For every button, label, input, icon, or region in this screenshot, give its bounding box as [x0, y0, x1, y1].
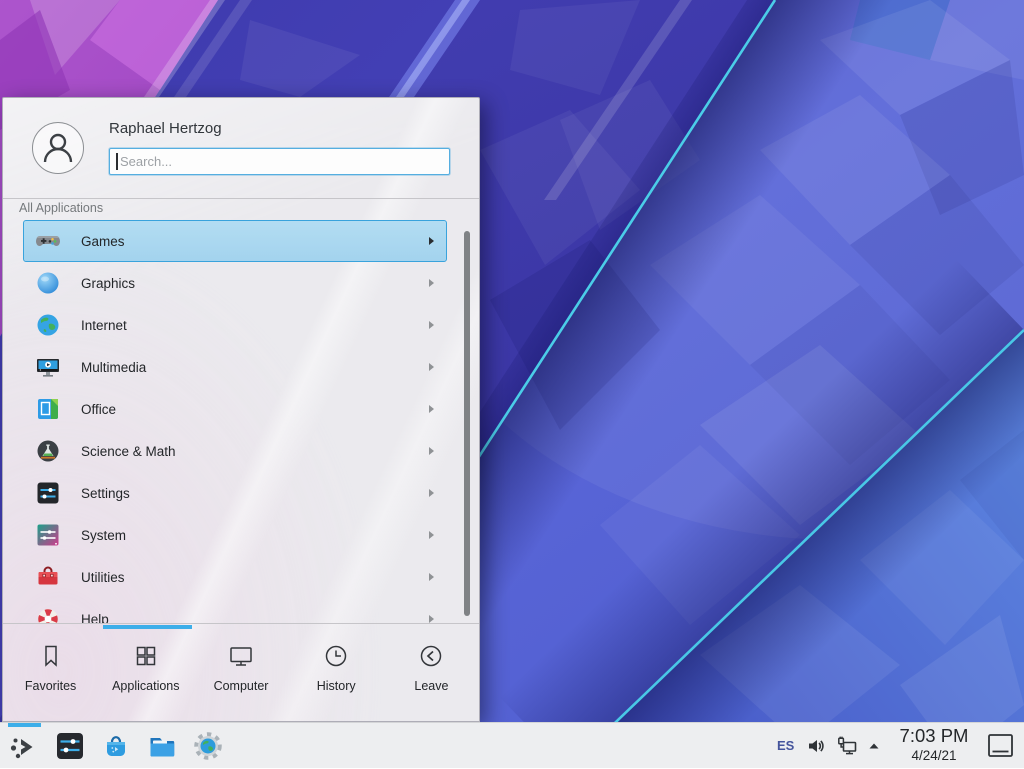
graphics-sphere-icon — [35, 270, 61, 296]
toolbox-icon — [35, 564, 61, 590]
scrollbar[interactable] — [464, 231, 470, 616]
submenu-arrow-icon — [429, 447, 434, 455]
header-divider — [3, 198, 479, 199]
gamepad-icon — [35, 228, 61, 254]
volume-icon[interactable] — [806, 736, 826, 761]
digital-clock[interactable]: 7:03 PM 4/24/21 — [890, 725, 978, 764]
submenu-arrow-icon — [429, 363, 434, 371]
tray-expander-caret-icon[interactable] — [867, 739, 881, 758]
text-caret — [116, 153, 118, 170]
category-label: Office — [81, 402, 116, 417]
footer-tabbar: Favorites Applications Computer — [3, 634, 479, 722]
network-wired-icon[interactable] — [836, 735, 858, 762]
category-label: System — [81, 528, 126, 543]
multimedia-monitor-icon — [35, 354, 61, 380]
category-row-multimedia[interactable]: Multimedia — [23, 346, 447, 388]
category-label: Utilities — [81, 570, 125, 585]
category-row-internet[interactable]: Internet — [23, 304, 447, 346]
category-row-settings[interactable]: Settings — [23, 472, 447, 514]
tab-label: History — [317, 679, 356, 693]
category-row-utilities[interactable]: Utilities — [23, 556, 447, 598]
category-list: Games Graphics — [23, 220, 447, 623]
tab-history[interactable]: History — [289, 634, 384, 722]
submenu-arrow-icon — [429, 279, 434, 287]
clock-icon — [322, 642, 350, 670]
tab-label: Computer — [214, 679, 269, 693]
tab-computer[interactable]: Computer — [193, 634, 288, 722]
grid-icon — [132, 642, 160, 670]
app-launcher-button[interactable] — [2, 723, 46, 769]
submenu-arrow-icon — [429, 615, 434, 623]
submenu-arrow-icon — [429, 573, 434, 581]
category-row-system[interactable]: System — [23, 514, 447, 556]
help-lifering-icon — [35, 606, 61, 623]
keyboard-layout-indicator[interactable]: ES — [777, 738, 794, 753]
monitor-icon — [227, 642, 255, 670]
category-row-games[interactable]: Games — [23, 220, 447, 262]
tabbar-divider — [3, 623, 479, 624]
tab-favorites[interactable]: Favorites — [3, 634, 98, 722]
category-row-office[interactable]: Office — [23, 388, 447, 430]
section-label: All Applications — [19, 201, 103, 215]
category-label: Multimedia — [81, 360, 146, 375]
active-task-indicator — [8, 723, 41, 727]
kde-launcher-icon — [8, 731, 40, 763]
category-row-graphics[interactable]: Graphics — [23, 262, 447, 304]
file-manager-folder-icon[interactable] — [146, 730, 178, 762]
category-label: Settings — [81, 486, 130, 501]
user-name: Raphael Hertzog — [109, 120, 222, 137]
category-row-science-math[interactable]: Science & Math — [23, 430, 447, 472]
category-label: Science & Math — [81, 444, 176, 459]
user-icon — [38, 128, 78, 168]
tab-label: Favorites — [25, 679, 76, 693]
tab-label: Applications — [112, 679, 179, 693]
settings-sliders-icon — [35, 480, 61, 506]
tab-leave[interactable]: Leave — [384, 634, 479, 722]
science-flask-icon — [35, 438, 61, 464]
clock-time: 7:03 PM — [890, 725, 978, 747]
tab-label: Leave — [414, 679, 448, 693]
category-label: Internet — [81, 318, 127, 333]
taskbar-panel: ES 7:03 PM 4/24/21 — [0, 722, 1024, 768]
leave-icon — [417, 642, 445, 670]
submenu-arrow-icon — [429, 237, 434, 245]
discover-store-icon[interactable] — [100, 730, 132, 762]
show-desktop-button[interactable] — [987, 733, 1014, 758]
category-row-help[interactable]: Help — [23, 598, 447, 623]
submenu-arrow-icon — [429, 405, 434, 413]
web-browser-globe-gear-icon[interactable] — [192, 730, 224, 762]
clock-date: 4/24/21 — [890, 747, 978, 764]
search-input[interactable] — [109, 148, 450, 175]
system-sliders-icon — [35, 522, 61, 548]
system-settings-icon[interactable] — [54, 730, 86, 762]
category-label: Games — [81, 234, 125, 249]
bookmark-icon — [37, 642, 65, 670]
tab-applications[interactable]: Applications — [98, 634, 193, 722]
category-label: Help — [81, 612, 109, 624]
active-tab-indicator — [103, 625, 192, 629]
search-field-wrap — [109, 148, 450, 175]
submenu-arrow-icon — [429, 489, 434, 497]
submenu-arrow-icon — [429, 321, 434, 329]
category-label: Graphics — [81, 276, 135, 291]
submenu-arrow-icon — [429, 531, 434, 539]
application-launcher-popup: Raphael Hertzog All Applications Games — [2, 97, 480, 722]
office-document-icon — [35, 396, 61, 422]
user-avatar[interactable] — [32, 122, 84, 174]
globe-icon — [35, 312, 61, 338]
